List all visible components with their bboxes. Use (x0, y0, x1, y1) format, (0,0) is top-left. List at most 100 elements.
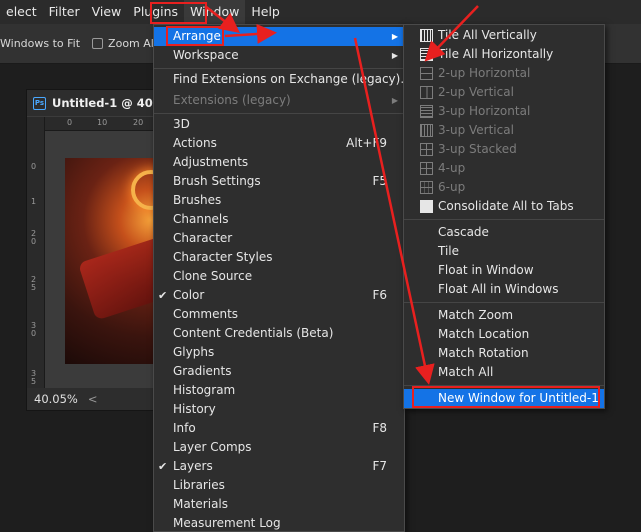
ruler-tick-label: 0 (31, 162, 37, 171)
menu-item-label: Gradients (173, 364, 232, 378)
menu-divider (404, 219, 604, 220)
menu-divider (154, 113, 404, 114)
menu-item-histogram[interactable]: Histogram (154, 381, 404, 400)
submenu-item-label: Match Location (438, 327, 530, 341)
submenu-item-label: Tile All Vertically (438, 28, 537, 42)
menu-view[interactable]: View (86, 0, 128, 24)
submenu-item-label: Tile (438, 244, 460, 258)
submenu-item-label: Match All (438, 365, 494, 379)
menu-item-measurement-log[interactable]: Measurement Log (154, 514, 404, 532)
ruler-tick-label: 10 (97, 118, 108, 127)
shortcut-label: Alt+F9 (346, 136, 387, 150)
submenu-item-tile-horizontally[interactable]: Tile All Horizontally (404, 45, 604, 64)
menu-item-label: Arrange (173, 29, 221, 43)
menu-item-workspace[interactable]: Workspace ▶ (154, 46, 404, 65)
menu-item-color[interactable]: ✔ Color F6 (154, 286, 404, 305)
zoom-all-checkbox[interactable] (92, 38, 104, 49)
menu-item-label: Clone Source (173, 269, 253, 283)
submenu-item-2up-vertical: 2-up Vertical (404, 83, 604, 102)
six-up-icon (420, 181, 433, 194)
submenu-item-label: Float in Window (438, 263, 534, 277)
scroll-left-icon[interactable]: < (88, 392, 98, 406)
menu-item-content-credentials[interactable]: Content Credentials (Beta) (154, 324, 404, 343)
submenu-item-6up: 6-up (404, 178, 604, 197)
menu-item-label: Layers (173, 459, 213, 473)
submenu-item-new-window[interactable]: New Window for Untitled-1 (404, 389, 604, 408)
submenu-item-label: 4-up (438, 161, 466, 175)
menu-divider (154, 68, 404, 69)
submenu-item-label: 2-up Horizontal (438, 66, 531, 80)
zoom-level[interactable]: 40.05% (34, 392, 78, 406)
menu-item-label: Brush Settings (173, 174, 261, 188)
menu-item-label: Workspace (173, 48, 239, 62)
ruler-tick-label: 0 (31, 237, 37, 246)
submenu-item-match-all[interactable]: Match All (404, 363, 604, 382)
submenu-item-float-all[interactable]: Float All in Windows (404, 280, 604, 299)
vertical-ruler[interactable]: 0 1 2 0 2 5 3 0 3 5 (27, 117, 45, 388)
menu-item-layers[interactable]: ✔ Layers F7 (154, 457, 404, 476)
menu-item-history[interactable]: History (154, 400, 404, 419)
shortcut-label: F6 (372, 288, 387, 302)
menu-item-layer-comps[interactable]: Layer Comps (154, 438, 404, 457)
submenu-item-match-rotation[interactable]: Match Rotation (404, 344, 604, 363)
menu-item-label: Extensions (legacy) (173, 93, 291, 107)
menu-item-label: Actions (173, 136, 217, 150)
menu-select[interactable]: elect (0, 0, 43, 24)
submenu-arrow-icon: ▶ (391, 51, 398, 60)
menu-item-libraries[interactable]: Libraries (154, 476, 404, 495)
menu-item-comments[interactable]: Comments (154, 305, 404, 324)
consolidate-tabs-icon (420, 200, 433, 213)
menu-item-brushes[interactable]: Brushes (154, 191, 404, 210)
checkmark-icon: ✔ (158, 460, 168, 473)
submenu-item-4up: 4-up (404, 159, 604, 178)
submenu-item-label: 3-up Vertical (438, 123, 514, 137)
menu-item-label: Color (173, 288, 205, 302)
menu-help[interactable]: Help (245, 0, 286, 24)
menu-item-channels[interactable]: Channels (154, 210, 404, 229)
menu-item-label: History (173, 402, 216, 416)
menu-item-character[interactable]: Character (154, 229, 404, 248)
menu-item-label: Libraries (173, 478, 225, 492)
menu-item-label: Comments (173, 307, 239, 321)
submenu-arrow-icon: ▶ (391, 96, 398, 105)
submenu-item-2up-horizontal: 2-up Horizontal (404, 64, 604, 83)
menu-item-clone-source[interactable]: Clone Source (154, 267, 404, 286)
menu-divider (404, 302, 604, 303)
menu-item-adjustments[interactable]: Adjustments (154, 153, 404, 172)
submenu-item-match-location[interactable]: Match Location (404, 325, 604, 344)
menu-window[interactable]: Window (184, 0, 246, 24)
menu-item-label: Info (173, 421, 196, 435)
menu-item-info[interactable]: Info F8 (154, 419, 404, 438)
submenu-item-float-in-window[interactable]: Float in Window (404, 261, 604, 280)
two-up-vertical-icon (420, 86, 433, 99)
fit-windows-button[interactable]: Windows to Fit (0, 37, 80, 50)
menu-item-brush-settings[interactable]: Brush Settings F5 (154, 172, 404, 191)
submenu-item-match-zoom[interactable]: Match Zoom (404, 306, 604, 325)
submenu-item-cascade[interactable]: Cascade (404, 223, 604, 242)
menu-item-arrange[interactable]: Arrange ▶ (154, 27, 404, 46)
submenu-item-label: Match Zoom (438, 308, 514, 322)
menu-item-gradients[interactable]: Gradients (154, 362, 404, 381)
menu-item-label: Character Styles (173, 250, 273, 264)
submenu-item-label: 6-up (438, 180, 466, 194)
menu-filter[interactable]: Filter (43, 0, 86, 24)
menubar: elect Filter View Plugins Window Help (0, 0, 641, 24)
menu-item-glyphs[interactable]: Glyphs (154, 343, 404, 362)
submenu-item-consolidate-tabs[interactable]: Consolidate All to Tabs (404, 197, 604, 216)
three-up-vertical-icon (420, 124, 433, 137)
menu-item-character-styles[interactable]: Character Styles (154, 248, 404, 267)
menu-item-materials[interactable]: Materials (154, 495, 404, 514)
submenu-item-tile-vertically[interactable]: Tile All Vertically (404, 26, 604, 45)
ruler-tick-label: 1 (31, 197, 37, 206)
submenu-item-label: Float All in Windows (438, 282, 559, 296)
submenu-item-tile[interactable]: Tile (404, 242, 604, 261)
menu-item-3d[interactable]: 3D (154, 115, 404, 134)
submenu-item-label: New Window for Untitled-1 (438, 391, 599, 405)
shortcut-label: F7 (372, 459, 387, 473)
ruler-tick-label: 5 (31, 283, 37, 292)
menu-item-actions[interactable]: Actions Alt+F9 (154, 134, 404, 153)
menu-plugins[interactable]: Plugins (127, 0, 184, 24)
window-menu: Arrange ▶ Workspace ▶ Find Extensions on… (153, 24, 412, 532)
menu-item-find-extensions[interactable]: Find Extensions on Exchange (legacy)... (154, 70, 412, 89)
three-up-horizontal-icon (420, 105, 433, 118)
